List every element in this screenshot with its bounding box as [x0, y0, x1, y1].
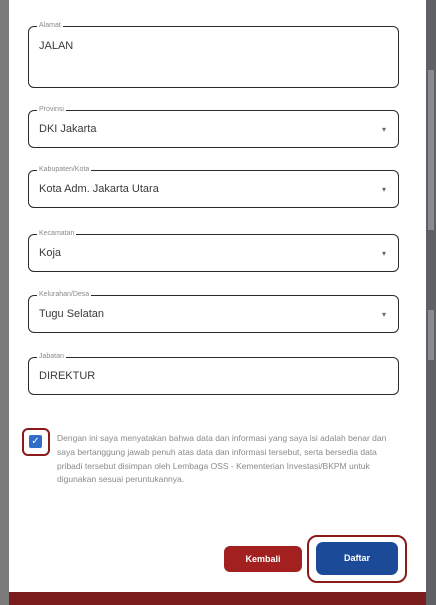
background-overlay-left [0, 0, 9, 605]
consent-statement: Dengan ini saya menyatakan bahwa data da… [57, 433, 387, 485]
village-label: Kelurahan/Desa [37, 290, 92, 300]
city-select[interactable]: Kabupaten/Kota Kota Adm. Jakarta Utara ▾ [28, 165, 399, 208]
consent-checkbox-highlight[interactable]: ✓ [22, 428, 50, 456]
province-label: Provinsi [37, 105, 66, 115]
background-panel-segment [428, 70, 434, 230]
position-label: Jabatan [37, 352, 66, 362]
chevron-down-icon: ▾ [381, 125, 386, 134]
position-value: DIREKTUR [39, 370, 96, 382]
position-input[interactable]: Jabatan DIREKTUR [28, 352, 399, 395]
province-select[interactable]: Provinsi DKI Jakarta ▾ [28, 105, 399, 148]
district-label: Kecamatan [37, 229, 77, 239]
submit-button-highlight: Daftar [307, 535, 407, 583]
chevron-down-icon: ▾ [381, 310, 386, 319]
district-select[interactable]: Kecamatan Koja ▾ [28, 229, 399, 272]
city-value: Kota Adm. Jakarta Utara [39, 183, 159, 195]
address-textarea[interactable]: Alamat JALAN [28, 21, 399, 88]
village-value: Tugu Selatan [39, 308, 105, 320]
bottom-accent-bar [9, 592, 426, 605]
chevron-down-icon: ▾ [381, 249, 386, 258]
back-button[interactable]: Kembali [224, 546, 302, 572]
province-value: DKI Jakarta [39, 123, 97, 135]
address-label: Alamat [37, 21, 63, 31]
district-value: Koja [39, 247, 62, 259]
background-panel-segment [428, 310, 434, 360]
chevron-down-icon: ▾ [381, 185, 386, 194]
village-select[interactable]: Kelurahan/Desa Tugu Selatan ▾ [28, 290, 399, 333]
submit-button[interactable]: Daftar [316, 542, 398, 575]
address-value: JALAN [39, 40, 74, 52]
city-label: Kabupaten/Kota [37, 165, 92, 175]
background-scrollbar-area [426, 0, 436, 605]
checkmark-icon[interactable]: ✓ [29, 435, 42, 448]
